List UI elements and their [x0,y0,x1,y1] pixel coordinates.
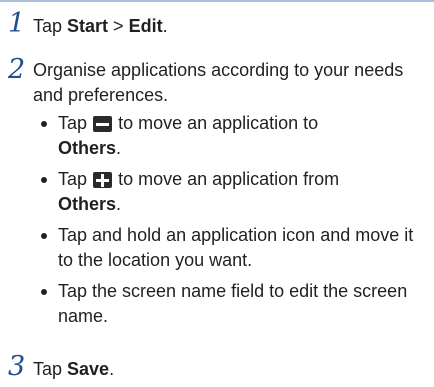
others-label: Others [58,194,117,214]
list-item: Tap to move an application to Others. [39,111,429,161]
text-segment: Tap [33,16,68,36]
save-label: Save [67,359,110,379]
text-segment: Tap [33,359,68,379]
others-label: Others [58,138,117,158]
step-number: 1 [8,8,26,39]
text-segment: Tap [58,113,88,133]
text-segment: to move an application to [118,113,319,133]
step-number: 3 [8,351,26,382]
step-text: Tap Save. [33,357,428,382]
text-segment: . [162,16,168,36]
step-number: 2 [8,54,26,85]
step-text: Tap Start > Edit. [33,14,428,39]
list-item: Tap the screen name field to edit the sc… [39,279,429,329]
text-segment: Tap [58,169,88,189]
text-segment: > [108,16,129,36]
minus-icon [93,116,113,132]
edit-label: Edit [128,16,163,36]
plus-icon [93,172,113,188]
text-segment: . [116,194,122,214]
top-divider [0,0,434,2]
step-text: Organise applications according to your … [33,60,404,105]
text-segment: to move an application from [118,169,340,189]
list-item: Tap and hold an application icon and mov… [39,223,429,273]
start-label: Start [67,16,109,36]
text-segment: . [109,359,115,379]
text-segment: . [116,138,122,158]
bullet-list: Tap to move an application to Others. Tap… [39,111,429,329]
list-item: Tap to move an application from Others. [39,167,429,217]
